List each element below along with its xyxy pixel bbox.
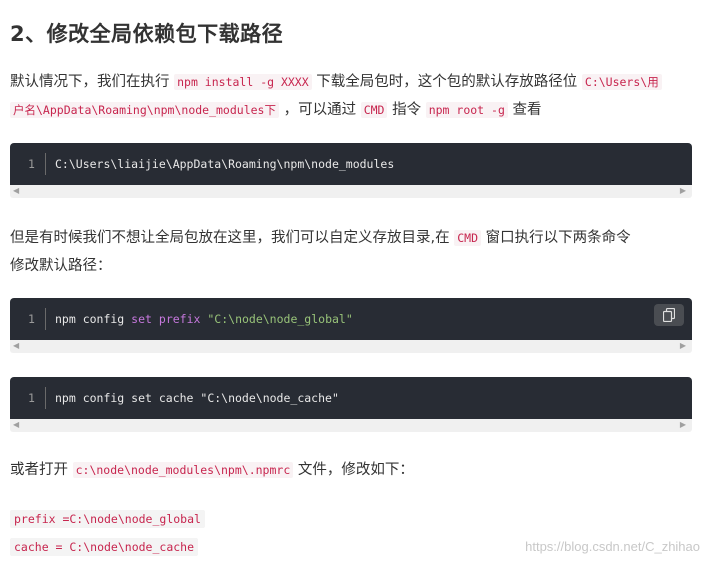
code-area: 1 npm config set cache "C:\node\node_cac…: [10, 377, 692, 419]
inline-code-cmd: CMD: [360, 102, 388, 118]
inline-code-path-part1: C:\Users\用: [581, 74, 662, 90]
line-number: 1: [28, 391, 35, 405]
scroll-left-icon[interactable]: ◀: [13, 186, 19, 195]
gutter-divider: [45, 308, 46, 330]
code-area: 1 C:\Users\liaijie\AppData\Roaming\npm\n…: [10, 143, 692, 185]
scroll-left-icon[interactable]: ◀: [13, 420, 19, 429]
horizontal-scrollbar[interactable]: ◀ ▶: [10, 340, 692, 353]
text: 文件，修改如下：: [293, 462, 414, 478]
config-cache: cache = C:\node\node_cache: [10, 538, 199, 556]
config-prefix: prefix =C:\node\node_global: [10, 510, 205, 528]
text: 查看: [507, 102, 542, 118]
code-token: npm config: [55, 312, 132, 326]
code-keyword: prefix: [158, 312, 201, 326]
watermark: https://blog.csdn.net/C_zhihao: [525, 539, 700, 554]
copy-icon: [663, 308, 675, 322]
scroll-right-icon[interactable]: ▶: [680, 186, 686, 195]
inline-code-npmrc-path: c:\node\node_modules\npm\.npmrc: [72, 462, 294, 478]
code-string: "C:\node\node_global": [207, 312, 353, 326]
scroll-right-icon[interactable]: ▶: [680, 341, 686, 350]
config-line-prefix: prefix =C:\node\node_global: [10, 505, 700, 533]
scroll-left-icon[interactable]: ◀: [13, 341, 19, 350]
code-block-2: 1 npm config set prefix "C:\node\node_gl…: [10, 298, 692, 353]
scroll-right-icon[interactable]: ▶: [680, 420, 686, 429]
third-paragraph: 或者打开 c:\node\node_modules\npm\.npmrc 文件，…: [10, 456, 700, 484]
section-heading: 2、修改全局依赖包下载路径: [10, 22, 284, 46]
inline-code-npm-root: npm root -g: [425, 102, 508, 118]
inline-code-cmd: CMD: [454, 230, 481, 246]
code-keyword: set: [131, 312, 152, 326]
line-number: 1: [28, 157, 35, 171]
text: 修改默认路径：: [10, 258, 112, 274]
copy-button[interactable]: [654, 304, 684, 326]
inline-code-npm-install: npm install -g XXXX: [174, 74, 312, 90]
code-line[interactable]: C:\Users\liaijie\AppData\Roaming\npm\nod…: [55, 157, 394, 171]
text: 默认情况下，我们在执行: [10, 74, 175, 90]
horizontal-scrollbar[interactable]: ◀ ▶: [10, 419, 692, 432]
code-block-1: 1 C:\Users\liaijie\AppData\Roaming\npm\n…: [10, 143, 692, 198]
text: 指令: [387, 102, 426, 118]
text: ，可以通过: [278, 102, 361, 118]
intro-paragraph: 默认情况下，我们在执行 npm install -g XXXX 下载全局包时，这…: [10, 68, 700, 124]
second-paragraph: 但是有时候我们不想让全局包放在这里，我们可以自定义存放目录,在 CMD 窗口执行…: [10, 224, 700, 280]
gutter-divider: [45, 153, 46, 175]
text: 但是有时候我们不想让全局包放在这里，我们可以自定义存放目录,在: [10, 230, 455, 246]
text: 或者打开: [10, 462, 73, 478]
code-line[interactable]: npm config set cache "C:\node\node_cache…: [55, 391, 339, 405]
code-block-3: 1 npm config set cache "C:\node\node_cac…: [10, 377, 692, 432]
text: 下载全局包时，这个包的默认存放路径位: [311, 74, 582, 90]
code-area: 1 npm config set prefix "C:\node\node_gl…: [10, 298, 692, 340]
line-number: 1: [28, 312, 35, 326]
gutter-divider: [45, 387, 46, 409]
code-line[interactable]: npm config set prefix "C:\node\node_glob…: [55, 312, 353, 326]
text: 窗口执行以下两条命令: [481, 230, 631, 246]
inline-code-path-part2: 户名\AppData\Roaming\npm\node_modules下: [10, 102, 279, 118]
horizontal-scrollbar[interactable]: ◀ ▶: [10, 185, 692, 198]
